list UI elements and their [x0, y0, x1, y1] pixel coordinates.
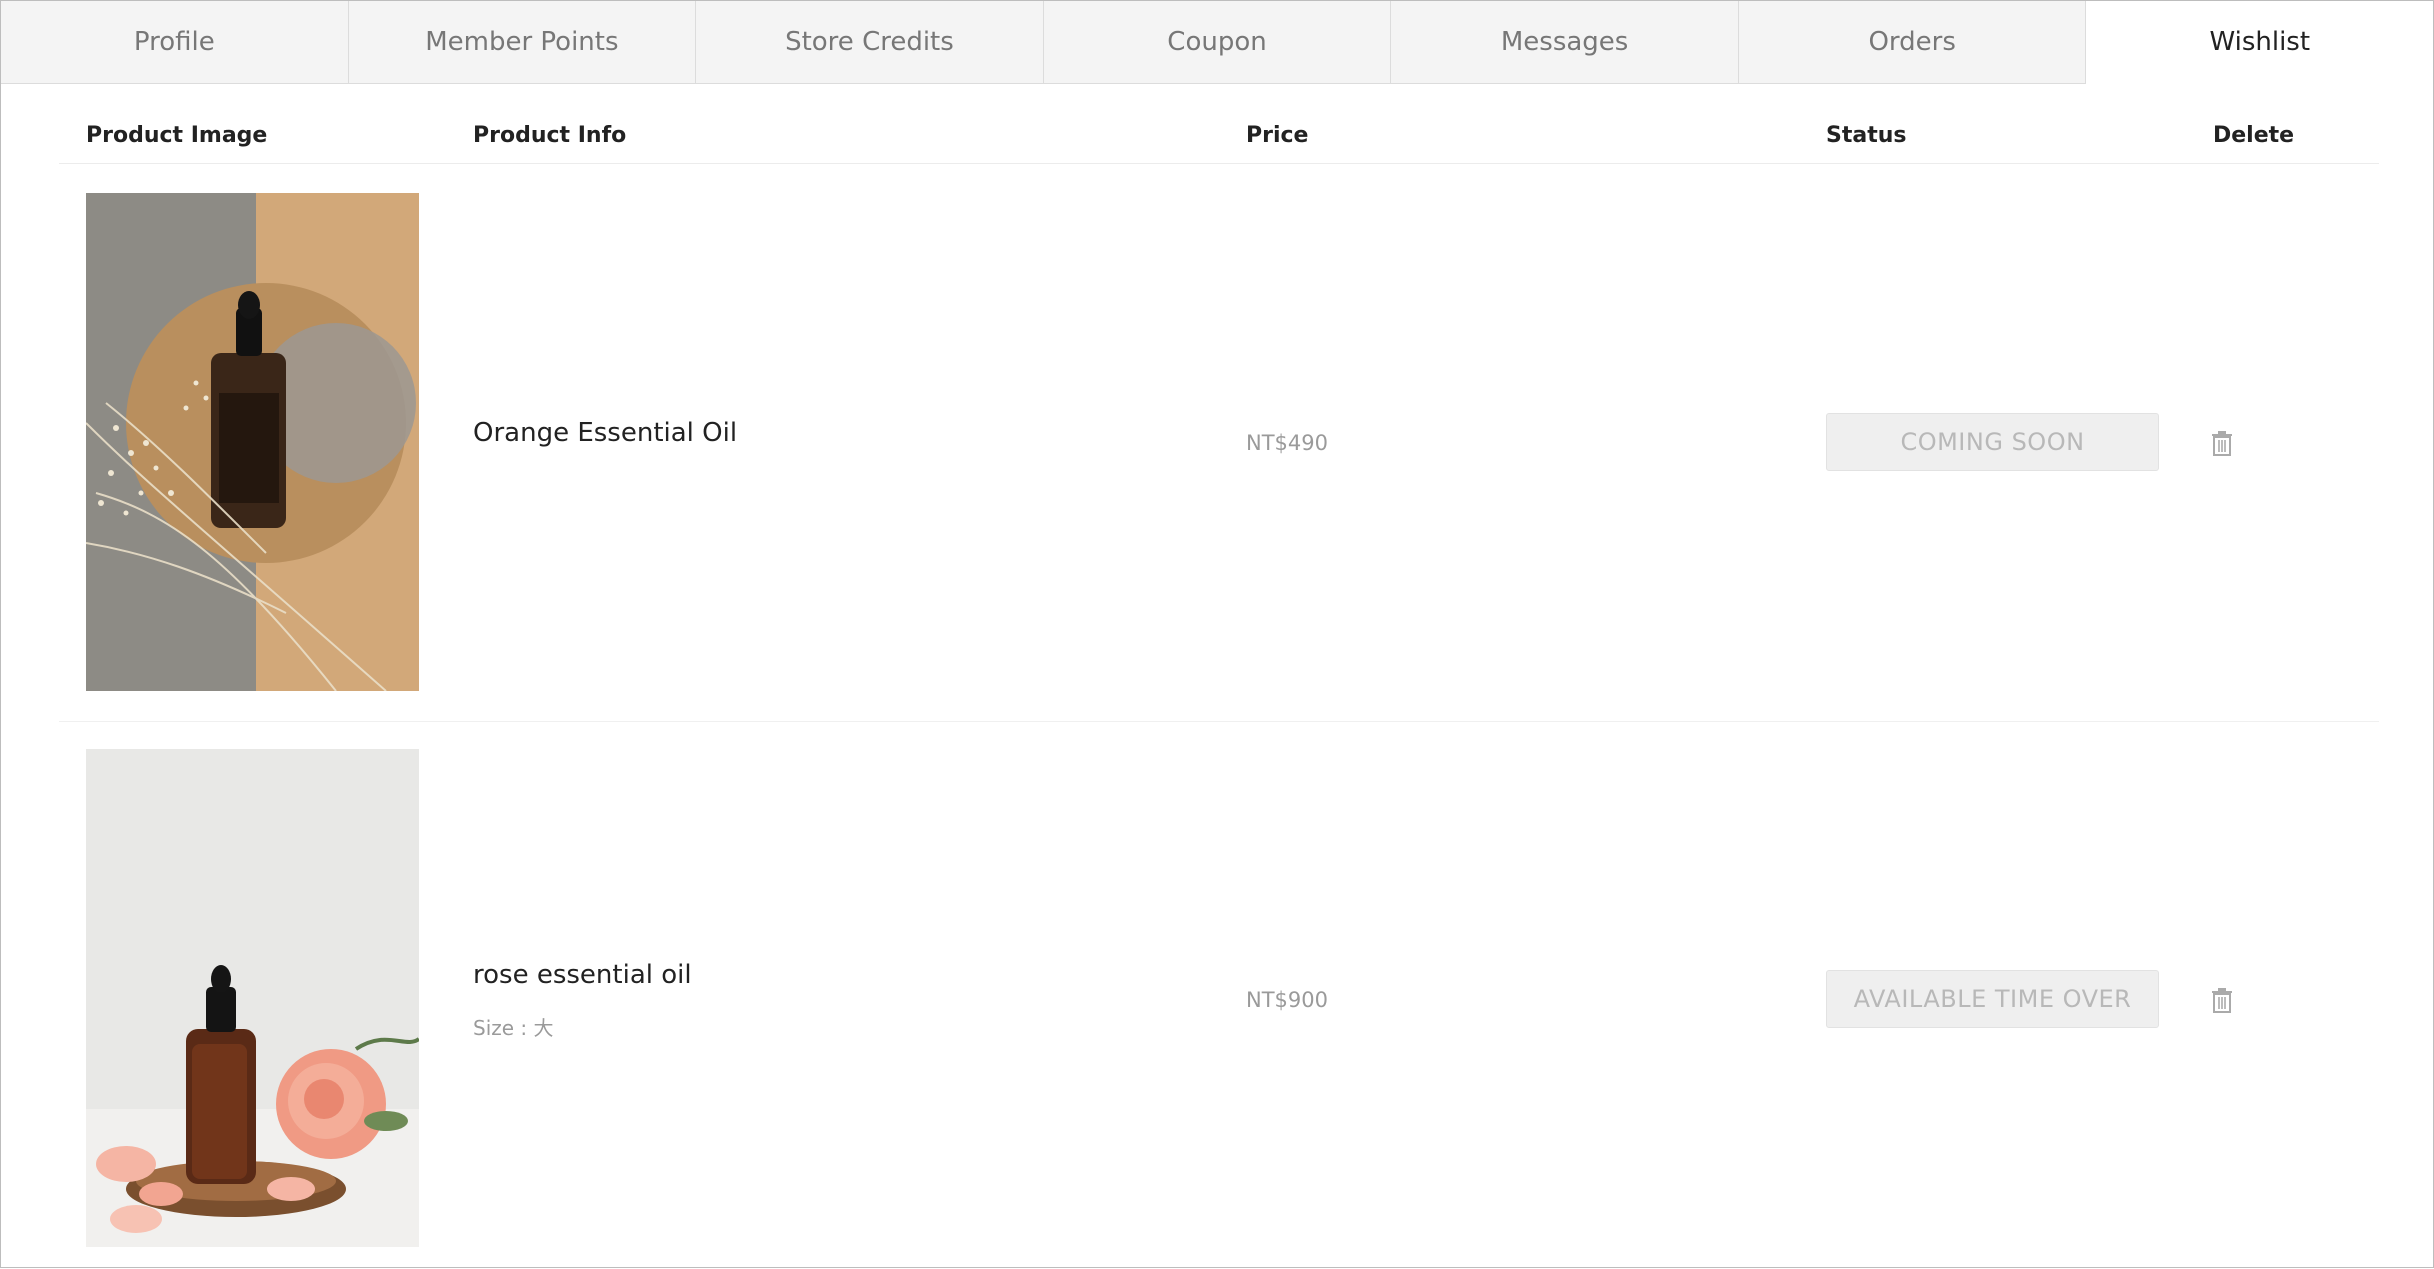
product-price: NT$900 [1246, 988, 1328, 1012]
header-delete: Delete [2213, 123, 2295, 148]
tab-messages[interactable]: Messages [1391, 1, 1739, 84]
tab-store-credits[interactable]: Store Credits [696, 1, 1044, 84]
status-badge: COMING SOON [1826, 413, 2159, 471]
wishlist-table-header: Product Image Product Info Price Status … [59, 101, 2379, 164]
product-image[interactable] [86, 193, 419, 691]
orange-oil-photo [86, 193, 419, 691]
trash-icon[interactable] [2209, 429, 2235, 459]
trash-icon[interactable] [2209, 986, 2235, 1016]
header-price: Price [1246, 123, 1309, 148]
rose-oil-photo [86, 749, 419, 1247]
table-row: Orange Essential Oil NT$490 COMING SOON [59, 165, 2379, 722]
product-name[interactable]: rose essential oil [473, 960, 692, 990]
tab-wishlist[interactable]: Wishlist [2086, 1, 2434, 84]
header-product-info: Product Info [473, 123, 627, 148]
table-row: rose essential oil Size : 大 NT$900 AVAIL… [59, 723, 2379, 1269]
product-variant: Size : 大 [473, 1016, 554, 1040]
product-price: NT$490 [1246, 431, 1328, 455]
account-tabs: Profile Member Points Store Credits Coup… [1, 1, 2434, 85]
status-badge: AVAILABLE TIME OVER [1826, 970, 2159, 1028]
tab-orders[interactable]: Orders [1738, 1, 2087, 84]
header-product-image: Product Image [86, 123, 268, 148]
header-status: Status [1826, 123, 1907, 148]
tab-coupon[interactable]: Coupon [1043, 1, 1392, 84]
product-image[interactable] [86, 749, 419, 1247]
tab-member-points[interactable]: Member Points [348, 1, 697, 84]
account-panel: Profile Member Points Store Credits Coup… [0, 0, 2434, 1268]
tab-profile[interactable]: Profile [1, 1, 349, 84]
product-name[interactable]: Orange Essential Oil [473, 418, 737, 448]
